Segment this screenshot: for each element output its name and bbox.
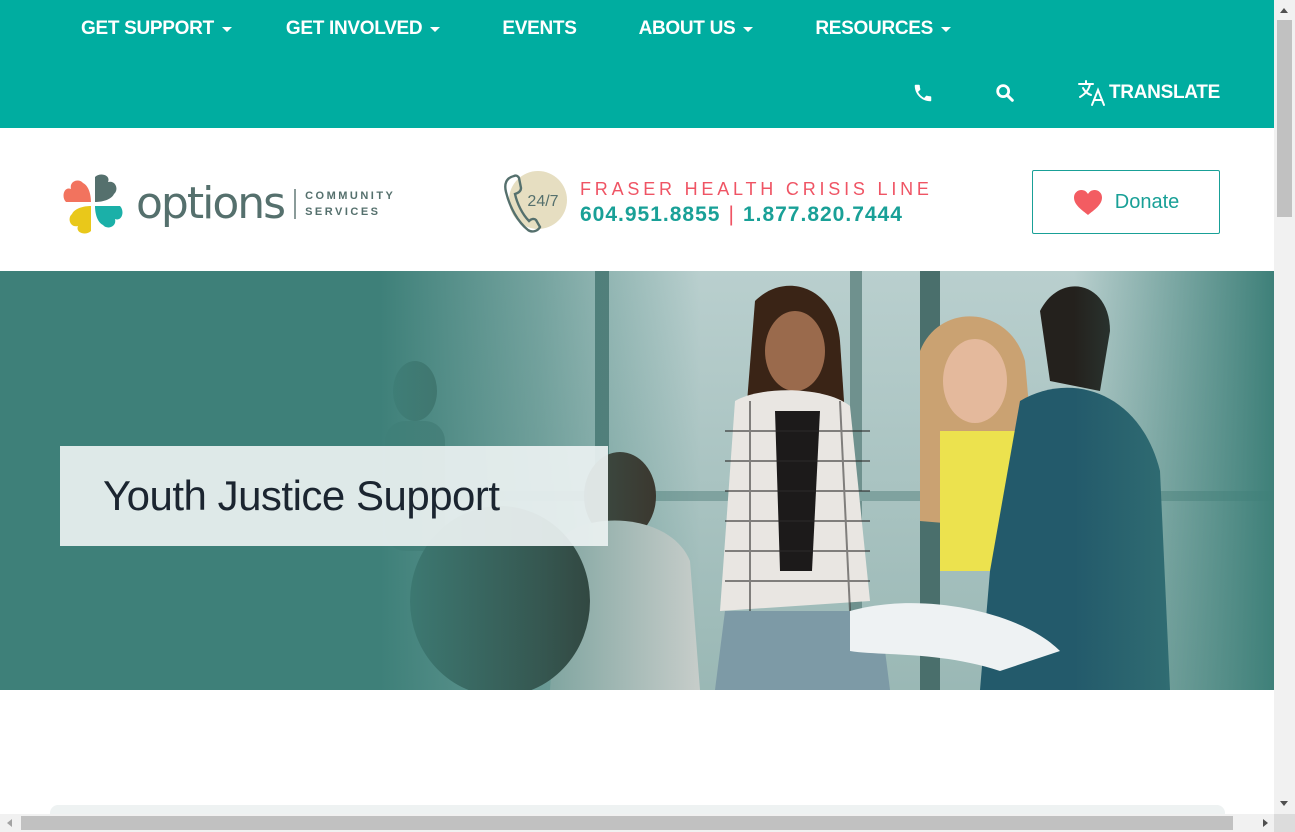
search-button[interactable]	[994, 80, 1016, 106]
donate-label: Donate	[1114, 190, 1180, 213]
nav-resources-label: RESOURCES	[815, 18, 934, 39]
caret-down-icon	[743, 26, 754, 32]
hero-banner: Youth Justice Support	[0, 271, 1274, 690]
logo-subtitle: COMMUNITY SERVICES	[305, 188, 395, 220]
caret-down-icon	[430, 26, 441, 32]
scroll-down-arrow-icon[interactable]	[1280, 801, 1288, 806]
caret-down-icon	[941, 26, 952, 32]
crisis-separator: |	[728, 203, 735, 226]
nav-get-support-label: GET SUPPORT	[81, 18, 214, 39]
crisis-phone-badge-icon: 24/7	[504, 171, 567, 233]
crisis-text: FRASER HEALTH CRISIS LINE 604.951.8855 | 1…	[580, 176, 933, 228]
nav-get-involved[interactable]: GET INVOLVED	[285, 18, 441, 40]
search-icon	[996, 84, 1014, 102]
donate-button[interactable]: Donate	[1032, 170, 1220, 234]
crisis-number-tollfree[interactable]: 1.877.820.7444	[743, 203, 903, 226]
hero-fade-right	[1074, 271, 1274, 690]
vertical-scrollbar[interactable]	[1274, 0, 1295, 814]
translate-button[interactable]: TRANSLATE	[1077, 80, 1220, 106]
main-nav: GET SUPPORT GET INVOLVED EVENTS ABOUT US…	[81, 18, 952, 40]
crisis-number-local[interactable]: 604.951.8855	[580, 203, 720, 226]
crisis-line: 24/7 FRASER HEALTH CRISIS LINE 604.951.8…	[502, 170, 933, 234]
site-header: options COMMUNITY SERVICES 24/7 FRASER H…	[0, 128, 1274, 271]
translate-label: TRANSLATE	[1109, 82, 1220, 103]
nav-events-label: EVENTS	[502, 18, 577, 39]
nav-about-us[interactable]: ABOUT US	[639, 18, 754, 40]
phone-button[interactable]	[912, 80, 934, 106]
phone-icon	[914, 84, 932, 102]
logo-sub-line1: COMMUNITY	[305, 190, 396, 202]
site-logo[interactable]: options COMMUNITY SERVICES	[62, 173, 395, 235]
page-title: Youth Justice Support	[103, 472, 500, 519]
heart-icon	[1073, 189, 1102, 215]
translate-icon	[1078, 80, 1105, 106]
crisis-title: FRASER HEALTH CRISIS LINE	[580, 179, 933, 199]
scroll-left-arrow-icon[interactable]	[7, 819, 12, 827]
nav-get-support[interactable]: GET SUPPORT	[81, 18, 232, 40]
scroll-up-arrow-icon[interactable]	[1280, 8, 1288, 13]
logo-wordmark: options	[136, 178, 286, 229]
hearts-logo-icon	[63, 174, 123, 234]
caret-down-icon	[221, 26, 232, 32]
nav-about-us-label: ABOUT US	[638, 18, 736, 39]
nav-resources[interactable]: RESOURCES	[815, 18, 952, 40]
crisis-numbers: 604.951.8855 | 1.877.820.7444	[580, 202, 933, 228]
crisis-badge-text: 24/7	[527, 193, 558, 210]
scrollbar-corner	[1274, 814, 1295, 832]
logo-sub-line2: SERVICES	[305, 206, 381, 218]
logo-divider	[294, 189, 297, 219]
vertical-scroll-thumb[interactable]	[1277, 20, 1292, 217]
top-nav-bar: GET SUPPORT GET INVOLVED EVENTS ABOUT US…	[0, 0, 1274, 128]
scroll-right-arrow-icon[interactable]	[1263, 819, 1268, 827]
hero-title-box: Youth Justice Support	[60, 446, 608, 546]
nav-events[interactable]: EVENTS	[502, 18, 577, 40]
horizontal-scroll-thumb[interactable]	[21, 816, 1233, 830]
nav-get-involved-label: GET INVOLVED	[285, 18, 423, 39]
horizontal-scrollbar[interactable]	[0, 814, 1274, 832]
